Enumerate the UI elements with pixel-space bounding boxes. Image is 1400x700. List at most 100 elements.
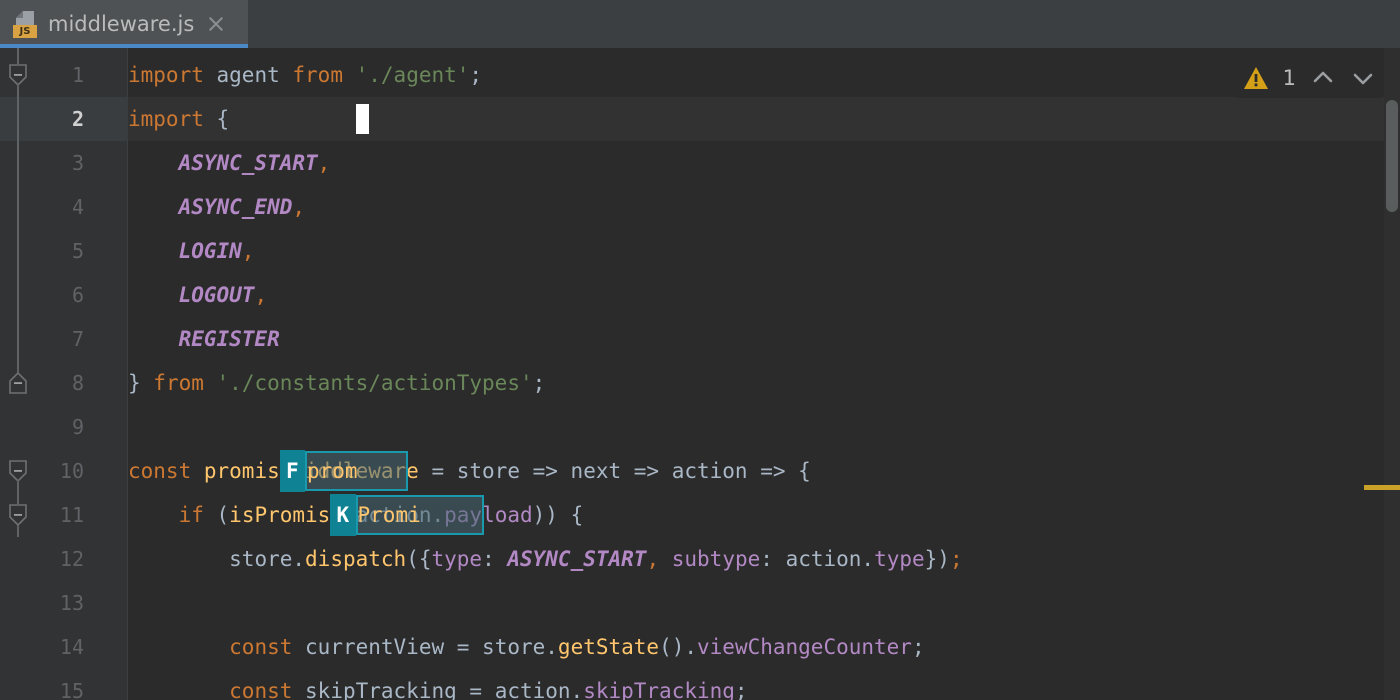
- code-text[interactable]: ASYNC_START,: [128, 141, 331, 185]
- code-line[interactable]: 4 ASYNC_END,: [0, 185, 1400, 229]
- line-number: 4: [71, 195, 84, 219]
- code-line[interactable]: 6 LOGOUT,: [0, 273, 1400, 317]
- fold-region-line: [17, 525, 19, 537]
- code-token: {: [216, 107, 230, 131]
- code-line[interactable]: 5 LOGIN,: [0, 229, 1400, 273]
- line-number: 5: [71, 239, 84, 263]
- code-line[interactable]: 13: [0, 581, 1400, 625]
- code-token: ().: [659, 635, 698, 659]
- code-token: ;: [532, 371, 546, 395]
- code-text[interactable]: const skipTracking = action.skipTracking…: [128, 669, 747, 700]
- editor-tabbar: JS middleware.js: [0, 0, 1400, 48]
- code-token: viewChangeCounter: [697, 635, 912, 659]
- code-token: if: [178, 503, 204, 527]
- chevron-up-icon[interactable]: [1310, 65, 1336, 91]
- code-token: =>: [621, 459, 672, 483]
- line-number: 9: [71, 415, 84, 439]
- code-text[interactable]: const promiseMiddleware = store => next …: [128, 449, 811, 493]
- code-token: ASYNC_START: [507, 547, 647, 571]
- code-token: ASYNC_START: [178, 151, 318, 175]
- code-line[interactable]: 2 import {: [0, 97, 1400, 141]
- code-token: ,: [292, 195, 306, 219]
- inspection-count: 1: [1282, 66, 1296, 90]
- code-line[interactable]: 9: [0, 405, 1400, 449]
- acejump-key-badge[interactable]: F: [279, 450, 305, 492]
- code-token: getState: [557, 635, 660, 659]
- code-token: import: [128, 63, 204, 87]
- code-token: }): [924, 547, 950, 571]
- editor-scrollbar[interactable]: [1384, 48, 1400, 700]
- text-caret: [355, 104, 369, 134]
- chevron-down-icon[interactable]: [1350, 65, 1376, 91]
- tab-middleware-js[interactable]: JS middleware.js: [0, 0, 248, 48]
- code-token: const: [229, 635, 293, 659]
- code-line[interactable]: 12 store.dispatch({type: ASYNC_START, su…: [0, 537, 1400, 581]
- fold-collapse-icon[interactable]: [8, 504, 28, 527]
- code-line[interactable]: 15 const skipTracking = action.skipTrack…: [0, 669, 1400, 700]
- code-token: next: [570, 459, 622, 483]
- line-number: 13: [59, 591, 84, 615]
- code-token: (: [203, 503, 230, 527]
- code-editor[interactable]: 1 import agent from './agent'; 2 import {3 …: [0, 48, 1400, 700]
- code-line[interactable]: 8} from './constants/actionTypes';: [0, 361, 1400, 405]
- code-token: type: [431, 547, 483, 571]
- warning-triangle-icon: [1243, 66, 1269, 90]
- code-text[interactable]: import {: [128, 97, 229, 141]
- code-token: subtype: [671, 547, 761, 571]
- line-number: 12: [59, 547, 84, 571]
- code-text[interactable]: store.dispatch({type: ASYNC_START, subty…: [128, 537, 963, 581]
- scrollbar-thumb[interactable]: [1386, 100, 1398, 212]
- code-line[interactable]: 14 const currentView = store.getState().…: [0, 625, 1400, 669]
- code-token: ,: [317, 151, 331, 175]
- acejump-key-badge[interactable]: K: [330, 494, 356, 536]
- code-token: REGISTER: [178, 327, 280, 351]
- code-token: type: [874, 547, 925, 571]
- code-token: :: [760, 547, 786, 571]
- code-line[interactable]: 10const promiseMiddleware = store => nex…: [0, 449, 1400, 493]
- code-token: import: [128, 107, 204, 131]
- acejump-match-text: Promi: [357, 503, 421, 527]
- fold-collapse-icon[interactable]: [8, 460, 28, 483]
- code-text[interactable]: ASYNC_END,: [128, 185, 305, 229]
- code-token: )) {: [532, 503, 584, 527]
- code-token: .: [545, 635, 558, 659]
- fold-end-icon[interactable]: [8, 371, 28, 394]
- code-token: skipTracking: [305, 679, 457, 700]
- code-token: action: [785, 547, 862, 571]
- code-token: }: [128, 371, 154, 395]
- code-token: skipTracking: [583, 679, 735, 700]
- code-text[interactable]: REGISTER: [128, 317, 280, 361]
- code-token: =>: [519, 459, 571, 483]
- code-line[interactable]: 7 REGISTER: [0, 317, 1400, 361]
- code-text[interactable]: import agent from './agent';: [128, 53, 482, 97]
- code-token: './constants/actionTypes': [216, 371, 533, 395]
- code-text[interactable]: const currentView = store.getState().vie…: [128, 625, 924, 669]
- close-icon[interactable]: [206, 14, 226, 34]
- code-token: action: [671, 459, 748, 483]
- code-token: ,: [241, 239, 255, 263]
- fold-region-line: [17, 480, 19, 504]
- line-number: 6: [71, 283, 84, 307]
- warning-marker-stripe[interactable]: [1364, 485, 1400, 490]
- code-token: ;: [949, 547, 963, 571]
- code-text[interactable]: } from './constants/actionTypes';: [128, 361, 545, 405]
- code-token: ,: [646, 547, 660, 571]
- code-line[interactable]: 11 if (isPromise(action.payload)) {: [0, 493, 1400, 537]
- code-line[interactable]: 1 import agent from './agent';: [0, 53, 1400, 97]
- code-text[interactable]: LOGOUT,: [128, 273, 268, 317]
- code-line[interactable]: 3 ASYNC_START,: [0, 141, 1400, 185]
- code-token: store: [482, 635, 546, 659]
- inspection-widget[interactable]: 1: [1236, 58, 1382, 98]
- code-text[interactable]: LOGIN,: [128, 229, 255, 273]
- line-number: 2: [71, 107, 84, 131]
